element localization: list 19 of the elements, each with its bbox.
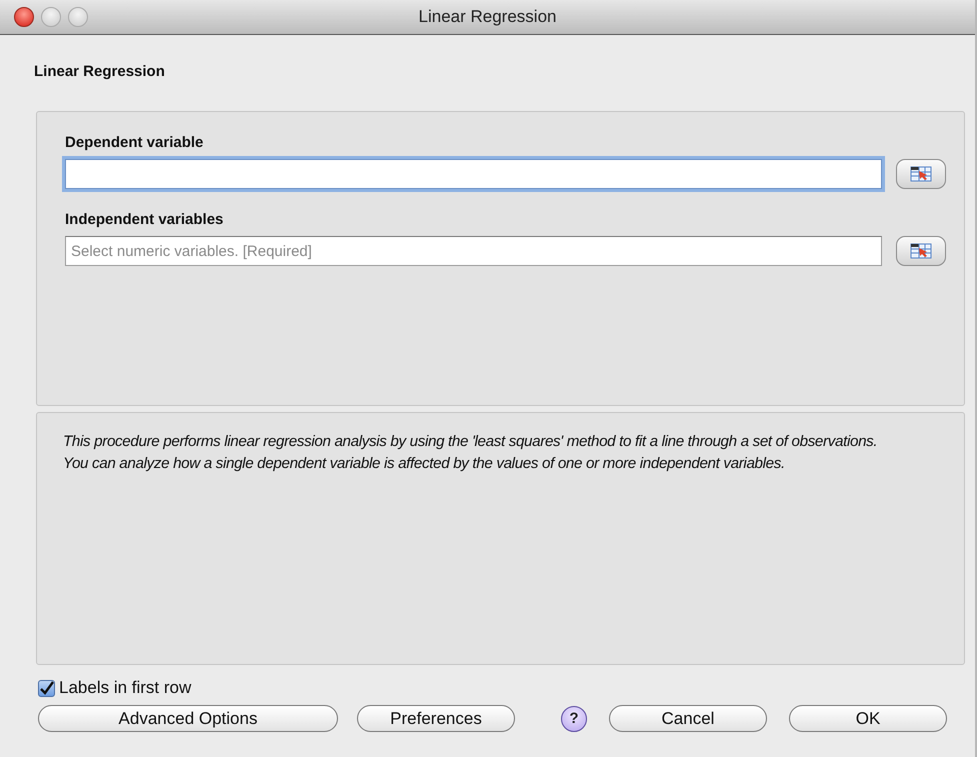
table-pointer-icon bbox=[910, 166, 932, 182]
help-button[interactable]: ? bbox=[561, 706, 587, 732]
variable-picker-button[interactable] bbox=[896, 159, 946, 189]
field-label: Independent variables bbox=[65, 211, 224, 228]
input-field[interactable]: Select numeric variables. [Required] bbox=[65, 236, 882, 266]
window-title: Linear Regression bbox=[418, 7, 556, 26]
dialog-button[interactable]: Cancel bbox=[609, 705, 767, 732]
description-text: This procedure performs linear regression analysis by using the 'least squares' method to fit a line through a set of observations. You can analyze how a single dependent variable is affected by the values of one or more independent variables. bbox=[63, 432, 878, 474]
checkbox[interactable] bbox=[38, 680, 55, 696]
field-label: Dependent variable bbox=[65, 134, 204, 151]
dialog-heading: Linear Regression bbox=[34, 63, 165, 80]
variable-picker-button[interactable] bbox=[896, 236, 946, 266]
close-button[interactable] bbox=[14, 7, 34, 27]
dialog-button[interactable]: Advanced Options bbox=[38, 705, 338, 732]
dialog-button[interactable]: OK bbox=[789, 705, 947, 732]
input-field[interactable] bbox=[65, 159, 882, 189]
dialog-button[interactable]: Preferences bbox=[357, 705, 515, 732]
checkbox-label: Labels in first row bbox=[59, 678, 192, 698]
table-pointer-icon bbox=[910, 243, 932, 259]
